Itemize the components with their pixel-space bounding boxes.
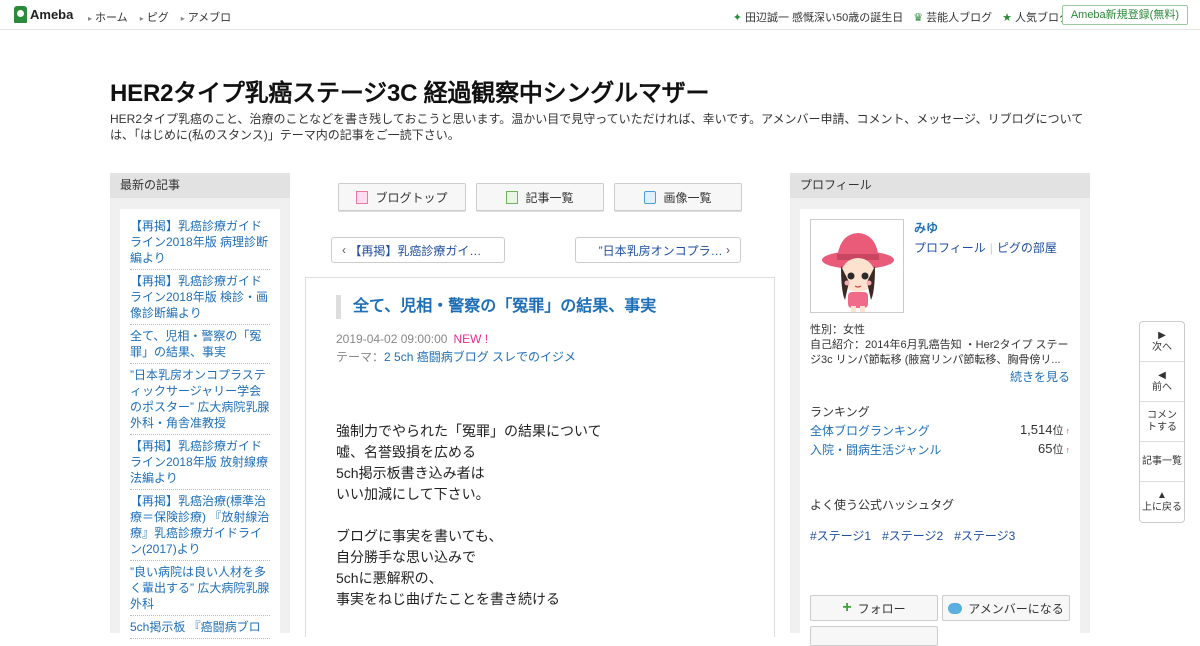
crown-icon: ♛	[913, 12, 924, 24]
profile-gender: 性別：女性	[810, 324, 865, 336]
next-button[interactable]: ▶ 次へ	[1140, 322, 1184, 362]
article-theme: テーマ：2 5ch 癌闘病ブログ スレでのイジメ	[336, 350, 577, 364]
ranking-label[interactable]: 入院・闘病生活ジャンル	[810, 441, 941, 458]
triangle-right-icon: ▶	[1158, 329, 1166, 341]
camera-icon	[644, 190, 657, 204]
blog-description: HER2タイプ乳癌のこと、治療のことなどを書き残しておこうと思います。温かい目で…	[110, 112, 1084, 142]
read-more-link[interactable]: 続きを見る	[1010, 368, 1070, 385]
blog-title[interactable]: HER2タイプ乳癌ステージ3C 経過観察中シングルマザー	[110, 73, 709, 108]
hashtag-link[interactable]: #ステージ2	[882, 527, 943, 544]
register-button[interactable]: Ameba新規登録(無料)	[1061, 5, 1188, 25]
article-list-icon	[506, 190, 519, 204]
recent-article-link[interactable]: 5ch掲示板 『癌闘病ブロ	[130, 616, 270, 639]
profile-heading: プロフィール	[790, 173, 1090, 198]
hashtag-link[interactable]: #ステージ3	[954, 527, 1015, 544]
article-date: 2019-04-02 09:00:00 NEW !	[336, 332, 489, 346]
profile-panel: プロフィール みゆ プロフィール | ピグの部屋 性別：女性 自己紹介：2014…	[790, 173, 1090, 646]
recent-articles-list: 【再掲】乳癌診療ガイドライン2018年版 病理診断編より 【再掲】乳癌診療ガイド…	[120, 209, 280, 639]
theme-link[interactable]: 2 5ch 癌闘病ブログ スレでのイジメ	[384, 350, 576, 364]
image-list-button[interactable]: 画像一覧	[614, 183, 742, 211]
profile-name[interactable]: みゆ	[914, 219, 938, 236]
recent-articles-heading: 最新の記事	[110, 173, 290, 198]
ameba-logo-icon	[14, 6, 27, 23]
profile-link[interactable]: プロフィール	[914, 241, 986, 255]
caret-right-icon: ▸	[180, 14, 185, 23]
article-paragraph: 強制力でやられた「冤罪」の結果について 嘘、名誉毀損を広める 5ch掲示板書き込…	[336, 423, 602, 502]
profile-meta: 性別：女性 自己紹介：2014年6月乳癌告知 ・Her2タイプ ステージ3c リ…	[810, 323, 1072, 368]
recent-article-link[interactable]: 【再掲】乳癌治療(標準治療＝保険診療) 『放射線治療』乳癌診療ガイドライン(20…	[130, 490, 270, 561]
recent-articles-panel: 最新の記事 【再掲】乳癌診療ガイドライン2018年版 病理診断編より 【再掲】乳…	[110, 173, 290, 639]
amember-button[interactable]: アメンバーになる	[942, 595, 1070, 621]
nav-home[interactable]: ▸ ホーム	[88, 9, 128, 25]
back-to-top-button[interactable]: ▲ 上に戻る	[1140, 482, 1184, 522]
triangle-up-icon: ▲	[1157, 490, 1167, 501]
avatar[interactable]	[810, 219, 904, 313]
ranking-value: 65位 ↑	[1038, 441, 1071, 456]
profile-links: プロフィール | ピグの部屋	[914, 239, 1057, 256]
star-icon: ★	[1002, 12, 1012, 24]
prev-article-link[interactable]: ‹ 【再掲】乳癌診療ガイ…	[331, 237, 505, 263]
floating-nav: ▶ 次へ ◀ 前へ コメントする 記事一覧 ▲ 上に戻る	[1139, 321, 1185, 523]
global-nav: ▸ ホーム ▸ ピグ ▸ アメブロ	[88, 9, 231, 25]
article-title[interactable]: 全て、児相・警察の「冤罪」の結果、事実	[336, 295, 656, 319]
caret-right-icon: ▸	[139, 14, 144, 23]
hashtags-heading: よく使う公式ハッシュタグ	[810, 498, 955, 512]
header-link-popular[interactable]: ★ 人気ブログ	[1002, 9, 1070, 25]
blog-top-icon	[356, 190, 369, 204]
article-paragraph: ブログに事実を書いても、 自分勝手な思い込みで 5chに悪解釈の、 事実をねじ曲…	[336, 528, 560, 607]
ranking-row: 入院・闘病生活ジャンル 65位 ↑	[810, 441, 1070, 458]
ameba-logo[interactable]: Ameba	[14, 6, 73, 23]
header-link-celebrity[interactable]: ♛ 芸能人ブログ	[913, 9, 992, 25]
comment-button[interactable]: コメントする	[1140, 402, 1184, 442]
ranking-heading: ランキング	[810, 405, 870, 419]
ranking-label[interactable]: 全体ブログランキング	[810, 422, 930, 439]
recent-article-link[interactable]: 【再掲】乳癌診療ガイドライン2018年版 検診・画像診断編より	[130, 270, 270, 325]
hashtag-link[interactable]: #ステージ1	[810, 527, 871, 544]
blog-nav-buttons: ブログトップ 記事一覧 画像一覧	[338, 183, 742, 211]
blog-top-button[interactable]: ブログトップ	[338, 183, 466, 211]
triangle-left-icon: ◀	[1158, 369, 1166, 381]
rank-up-icon: ↑	[1065, 445, 1071, 455]
follow-button[interactable]: + フォロー	[810, 595, 938, 621]
recent-article-link[interactable]: ”日本乳房オンコプラスティックサージャリー学会のポスター” 広大病院乳腺外科・角…	[130, 364, 270, 435]
recent-article-link[interactable]: 【再掲】乳癌診療ガイドライン2018年版 病理診断編より	[130, 215, 270, 270]
article-list-float-button[interactable]: 記事一覧	[1140, 442, 1184, 482]
ranking-row: 全体ブログランキング 1,514位 ↑	[810, 422, 1070, 439]
profile-intro: 自己紹介：2014年6月乳癌告知 ・Her2タイプ ステージ3c リンパ節転移 …	[810, 339, 1069, 366]
prev-button[interactable]: ◀ 前へ	[1140, 362, 1184, 402]
nav-ameblo[interactable]: ▸ アメブロ	[181, 9, 231, 25]
chevron-left-icon: ‹	[342, 243, 350, 257]
next-article-link[interactable]: ”日本乳房オンコプラ… ›	[575, 237, 741, 263]
article: 全て、児相・警察の「冤罪」の結果、事実 2019-04-02 09:00:00 N…	[305, 277, 775, 637]
chevron-right-icon: ›	[722, 243, 730, 257]
caret-right-icon: ▸	[88, 14, 93, 23]
recent-article-link[interactable]: ”良い病院は良い人材を多く輩出する” 広大病院乳腺外科	[130, 561, 270, 616]
separator: |	[989, 241, 993, 255]
header-link-news[interactable]: ✦ 田辺誠一 感慨深い50歳の誕生日	[733, 9, 904, 25]
global-header: Ameba ▸ ホーム ▸ ピグ ▸ アメブロ ✦ 田辺誠一 感慨深い50歳の誕生日 ♛…	[0, 0, 1200, 30]
nav-pigg[interactable]: ▸ ピグ	[140, 9, 169, 25]
diamond-icon: ✦	[732, 12, 742, 24]
new-badge: NEW !	[453, 332, 489, 346]
article-list-button[interactable]: 記事一覧	[476, 183, 604, 211]
hashtag-list: #ステージ1 #ステージ2 #ステージ3	[810, 527, 1015, 544]
partial-button[interactable]	[810, 626, 938, 646]
recent-article-link[interactable]: 全て、児相・警察の「冤罪」の結果、事実	[130, 325, 270, 364]
avatar-image	[822, 233, 894, 312]
speech-bubble-icon	[948, 602, 963, 614]
rank-up-icon: ↑	[1065, 426, 1071, 436]
header-links: ✦ 田辺誠一 感慨深い50歳の誕生日 ♛ 芸能人ブログ ★ 人気ブログ	[733, 9, 1070, 25]
pigg-room-link[interactable]: ピグの部屋	[997, 241, 1057, 255]
plus-icon: +	[842, 599, 852, 616]
profile-body: みゆ プロフィール | ピグの部屋 性別：女性 自己紹介：2014年6月乳癌告知 ・…	[800, 209, 1080, 646]
article-body: 強制力でやられた「冤罪」の結果について 嘘、名誉毀損を広める 5ch掲示板書き込…	[336, 421, 602, 631]
recent-article-link[interactable]: 【再掲】乳癌診療ガイドライン2018年版 放射線療法編より	[130, 435, 270, 490]
ranking-value: 1,514位 ↑	[1019, 422, 1071, 437]
